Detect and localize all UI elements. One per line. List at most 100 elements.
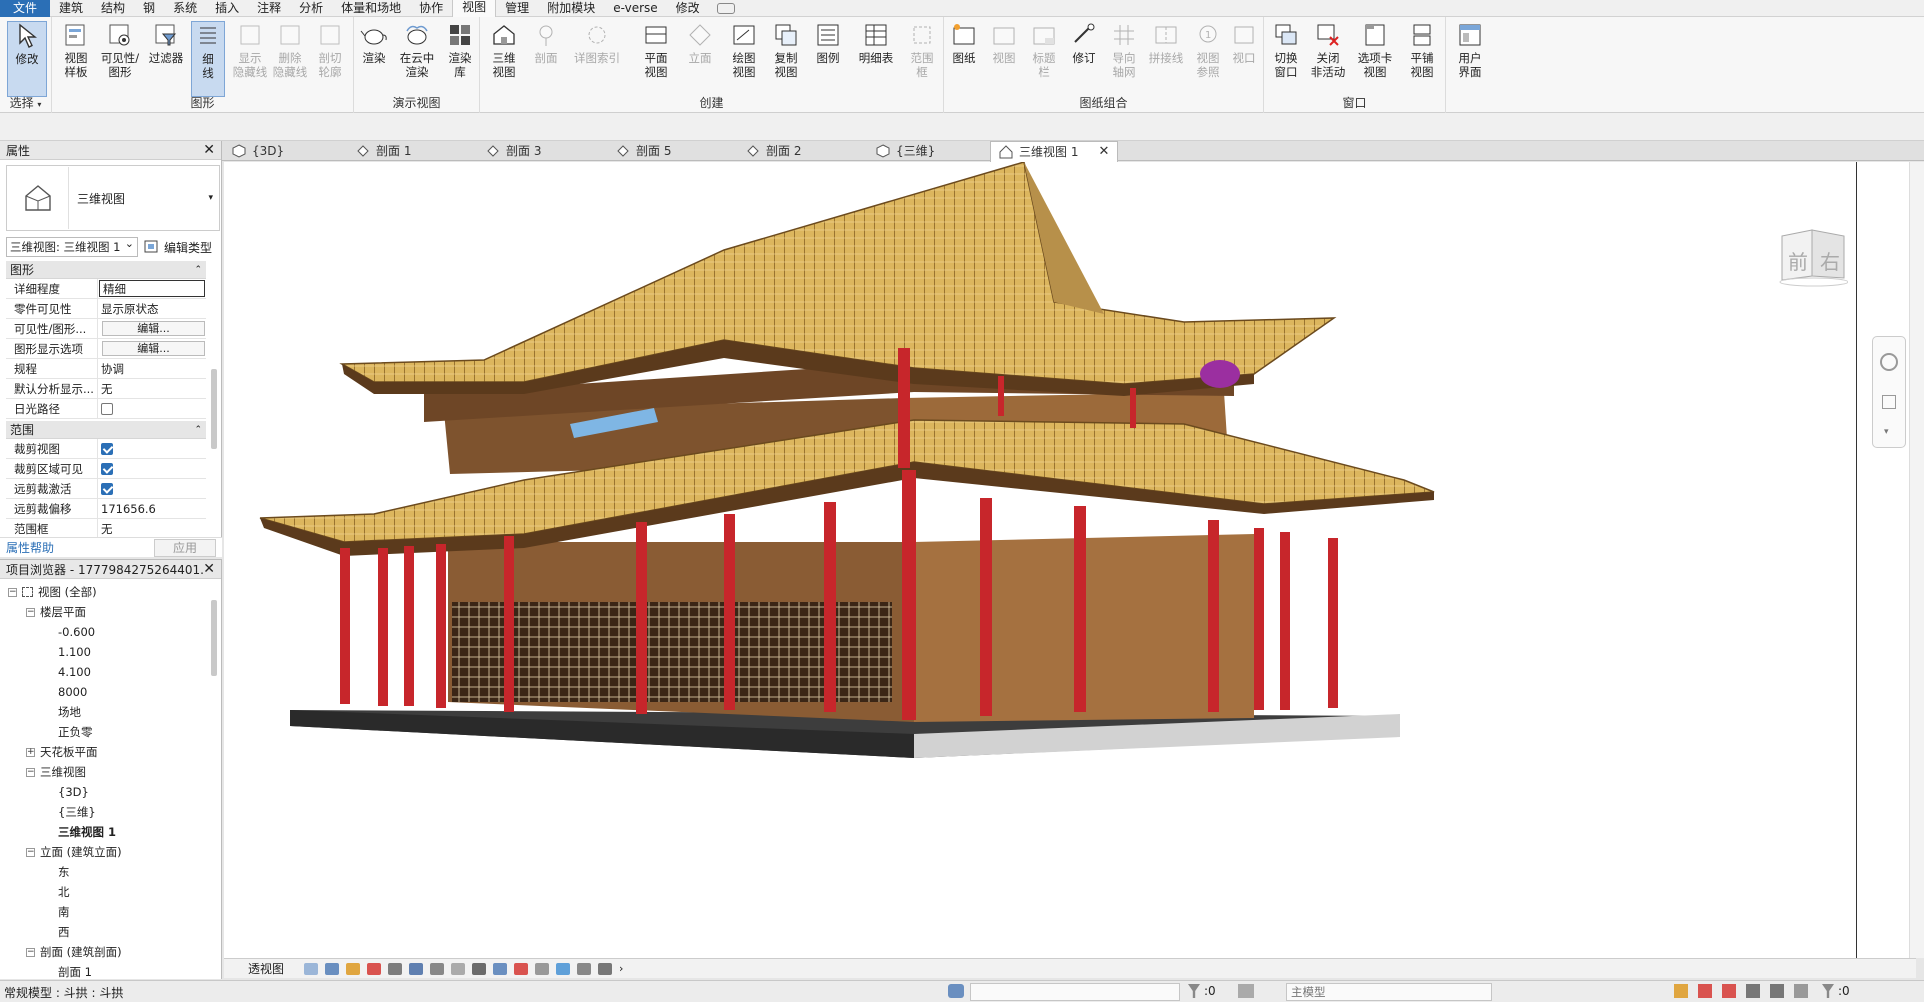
matchline-button[interactable]: 拼接线 [1144, 21, 1188, 97]
menu-tab-manage[interactable]: 管理 [496, 0, 538, 17]
model-dropdown[interactable]: 主模型 [1286, 983, 1492, 1001]
tree-item[interactable]: 剖面 1 [0, 962, 214, 982]
cut-profile-button[interactable]: 剖切 轮廓 [310, 21, 350, 97]
tree-item[interactable]: 西 [0, 922, 214, 942]
tree-item[interactable]: {3D} [0, 782, 214, 802]
view-tab-section-5[interactable]: 剖面 5 [616, 141, 671, 161]
tree-item[interactable]: − 剖面 (建筑剖面) [0, 942, 214, 962]
view-tab-three-d-view-1[interactable]: 三维视图 1 ✕ [990, 141, 1119, 162]
drawing-canvas[interactable] [224, 162, 1916, 958]
shadows-icon[interactable] [388, 962, 403, 975]
sun-path-icon[interactable] [367, 962, 382, 975]
filter-icon[interactable] [1188, 984, 1200, 998]
collapse-toggle-icon[interactable]: − [26, 608, 35, 617]
checkbox[interactable] [101, 462, 113, 475]
view-tab-section-1[interactable]: 剖面 1 [356, 141, 411, 161]
view-tab-section-2[interactable]: 剖面 2 [746, 141, 801, 161]
menu-tab-architecture[interactable]: 建筑 [50, 0, 92, 17]
workset-icon[interactable] [948, 984, 964, 998]
reveal-hidden-icon[interactable] [514, 962, 529, 975]
schedules-button[interactable]: 明细表 [852, 21, 900, 97]
editable-only-icon[interactable] [1674, 984, 1688, 998]
close-tab-icon[interactable]: ✕ [1098, 142, 1109, 162]
tree-item[interactable]: {三维} [0, 802, 214, 822]
collapse-toggle-icon[interactable]: − [26, 768, 35, 777]
edit-button[interactable]: 编辑... [102, 341, 205, 356]
plan-view-button[interactable]: 平面 视图 [636, 21, 676, 97]
close-icon[interactable]: ✕ [203, 561, 215, 577]
menu-tab-analyze[interactable]: 分析 [290, 0, 332, 17]
render-icon[interactable] [409, 962, 424, 975]
menu-tab-collaborate[interactable]: 协作 [410, 0, 452, 17]
chevron-down-icon[interactable]: ▾ [1884, 427, 1889, 437]
tree-item[interactable]: 场地 [0, 702, 214, 722]
reveal-constraints-icon[interactable] [598, 962, 613, 975]
render-gallery-button[interactable]: 渲染 库 [440, 21, 480, 97]
callout-button[interactable]: 详图索引 [570, 21, 624, 97]
menu-tab-addins[interactable]: 附加模块 [538, 0, 604, 17]
view-tab-section-3[interactable]: 剖面 3 [486, 141, 541, 161]
tree-item[interactable]: 三维视图 1 [0, 822, 214, 842]
section-graphics[interactable]: 图形 ⌃ [6, 261, 206, 279]
property-value[interactable]: 171656.6 [98, 499, 206, 518]
group-label-select[interactable]: 选择 ▾ [0, 94, 51, 111]
collapse-toggle-icon[interactable]: − [26, 948, 35, 957]
menu-tab-file[interactable]: 文件 [0, 0, 51, 17]
collapse-toggle-icon[interactable]: − [8, 588, 17, 597]
view-template-button[interactable]: 视图 样板 [56, 21, 96, 97]
zoom-icon[interactable] [1882, 395, 1896, 409]
viewcube[interactable]: 前 右 [1778, 222, 1849, 288]
tree-item[interactable]: + 天花板平面 [0, 742, 214, 762]
menu-tab-massing[interactable]: 体量和场地 [332, 0, 410, 17]
select-pinned-icon[interactable] [1746, 984, 1760, 998]
title-block-button[interactable]: 标题 栏 [1024, 21, 1064, 97]
menu-tab-annotate[interactable]: 注释 [248, 0, 290, 17]
viewcube-right-label[interactable]: 右 [1820, 246, 1840, 275]
guide-grid-button[interactable]: 导向 轴网 [1104, 21, 1144, 97]
edit-type-button[interactable]: 编辑类型 [144, 239, 212, 256]
tree-item[interactable]: 4.100 [0, 662, 214, 682]
detail-level-icon[interactable] [325, 962, 340, 975]
show-hidden-lines-button[interactable]: 显示 隐藏线 [230, 21, 270, 97]
tree-item[interactable]: − 视图 (全部) [0, 582, 214, 602]
visual-style-icon[interactable] [346, 962, 361, 975]
visibility-graphics-button[interactable]: 可见性/ 图形 [98, 21, 142, 97]
property-value[interactable]: 协调 [98, 359, 206, 378]
browser-scrollbar[interactable] [211, 600, 217, 676]
properties-scrollbar[interactable] [211, 369, 217, 449]
lock-view-icon[interactable] [472, 962, 487, 975]
place-view-button[interactable]: 视图 [984, 21, 1024, 97]
select-by-face-icon[interactable] [1770, 984, 1784, 998]
menu-tab-systems[interactable]: 系统 [164, 0, 206, 17]
view-reference-button[interactable]: 1 视图 参照 [1188, 21, 1228, 97]
tree-item[interactable]: 北 [0, 882, 214, 902]
tree-item[interactable]: − 楼层平面 [0, 602, 214, 622]
viewcube-front-label[interactable]: 前 [1788, 246, 1808, 275]
checkbox[interactable] [101, 482, 113, 495]
viewbar-chevron-right-icon[interactable]: › [619, 962, 623, 975]
tree-item[interactable]: 南 [0, 902, 214, 922]
steering-wheel-icon[interactable] [1880, 353, 1898, 371]
render-cloud-button[interactable]: 在云中 渲染 [396, 21, 438, 97]
sheet-button[interactable]: 图纸 [944, 21, 984, 97]
elevation-button[interactable]: 立面 [680, 21, 720, 97]
menu-tab-everse[interactable]: e-verse [604, 0, 666, 17]
collapse-toggle-icon[interactable]: − [26, 848, 35, 857]
viewports-button[interactable]: 视口 [1224, 21, 1264, 97]
property-value[interactable]: 无 [98, 379, 206, 398]
filter-count-icon[interactable] [1822, 984, 1834, 998]
close-icon[interactable]: ✕ [203, 142, 215, 158]
checkbox[interactable] [101, 402, 113, 415]
type-dropdown-icon[interactable]: ▾ [208, 193, 213, 203]
view-tab-three-d[interactable]: {三维} [876, 141, 935, 161]
legends-button[interactable]: 图例 [808, 21, 848, 97]
menu-tab-structure[interactable]: 结构 [92, 0, 134, 17]
worksharing-icon[interactable] [535, 962, 550, 975]
menu-tab-view[interactable]: 视图 [452, 0, 497, 17]
property-value[interactable]: 无 [98, 519, 206, 538]
scale-icon[interactable] [304, 962, 319, 975]
highlight-displacement-icon[interactable] [577, 962, 592, 975]
thin-lines-button[interactable]: 细 线 [191, 21, 225, 97]
switch-windows-button[interactable]: 切换 窗口 [1266, 21, 1306, 97]
crop-view-icon[interactable] [430, 962, 445, 975]
